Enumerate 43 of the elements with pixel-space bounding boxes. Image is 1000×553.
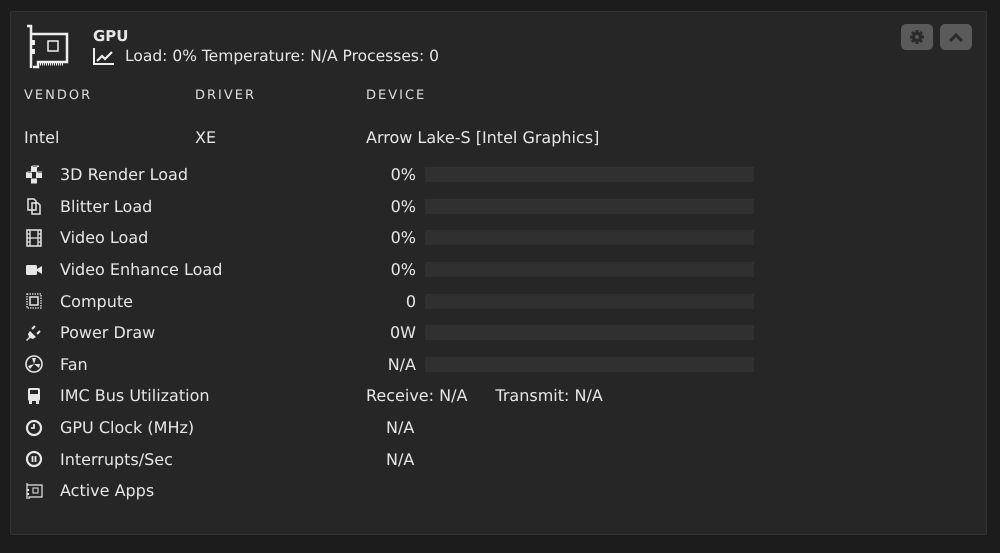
fan-icon <box>24 354 44 374</box>
metric-value: 0% <box>390 260 416 280</box>
transmit-value: Transmit: N/A <box>495 386 603 406</box>
metric-label: Blitter Load <box>60 196 154 216</box>
metric-label: Interrupts/Sec <box>60 450 174 469</box>
summary-text: Load: 0% Temperature: N/A Processes: 0 <box>125 47 439 65</box>
metric-value: 0 <box>404 292 416 311</box>
metric-label: IMC Bus Utilization <box>60 386 210 406</box>
caret-up-icon <box>948 31 964 43</box>
metric-label: Compute <box>60 292 134 311</box>
metric-label: 3D Render Load <box>60 165 190 184</box>
metric-value: 0% <box>390 196 416 216</box>
chip-icon <box>24 291 44 312</box>
metric-label: GPU Clock (MHz) <box>60 418 196 438</box>
info-cell-text: XE <box>195 128 218 149</box>
collapse-button[interactable] <box>940 24 972 50</box>
line-chart-icon <box>93 47 115 65</box>
receive-value: Receive: N/A <box>366 386 468 406</box>
settings-icon <box>909 29 925 45</box>
cubes-icon <box>24 164 44 185</box>
metric-label: Power Draw <box>60 323 156 342</box>
column-header: DRIVER <box>195 88 258 105</box>
column-header: DEVICE <box>366 88 428 105</box>
metric-label: Active Apps <box>60 481 156 500</box>
metric-value: N/A <box>385 418 414 438</box>
metric-value: 0% <box>390 165 416 184</box>
metric-value: N/A <box>385 450 414 469</box>
metric-label: Fan <box>60 354 89 374</box>
metric-value: N/A <box>386 354 416 374</box>
pause-icon <box>24 449 44 470</box>
graphics-card-icon <box>24 480 44 501</box>
metric-label: Video Enhance Load <box>60 260 224 280</box>
film-icon <box>24 228 44 248</box>
column-header: VENDOR <box>24 88 94 105</box>
clock-icon <box>24 418 44 438</box>
metric-value: 0W <box>389 323 416 342</box>
metric-value: 0% <box>390 228 416 248</box>
graphics-card-icon <box>24 24 70 70</box>
metric-label: Video Load <box>60 228 150 248</box>
panel-title: GPU <box>93 27 130 45</box>
settings-button[interactable] <box>901 24 933 50</box>
info-cell-text: Arrow Lake-S [Intel Graphics] <box>366 128 600 149</box>
info-cell-text: Intel <box>24 128 60 149</box>
